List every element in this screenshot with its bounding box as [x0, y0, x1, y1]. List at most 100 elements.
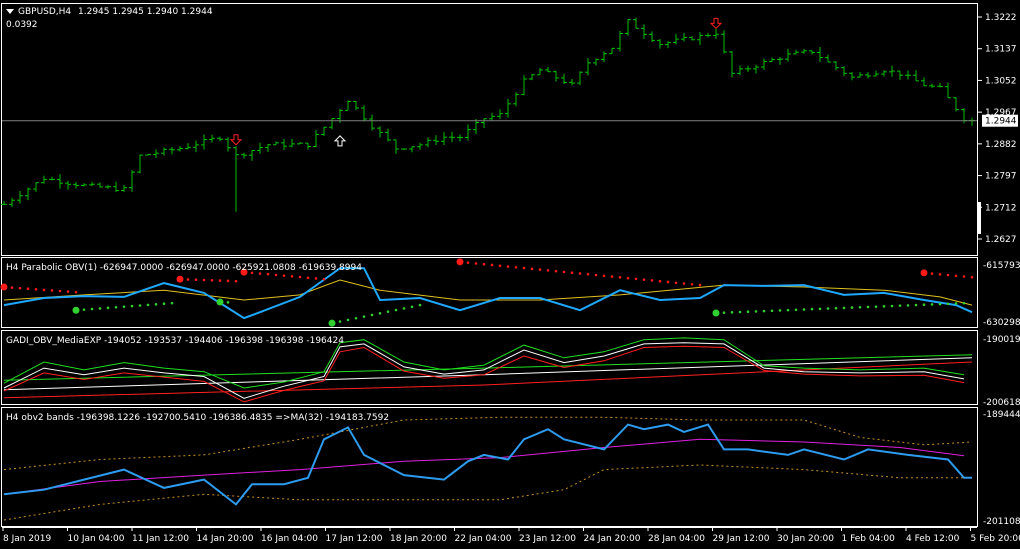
sar-dot: [890, 304, 894, 308]
sar-dot: [730, 311, 734, 314]
bands-indicator-label: H4 obv2 bands -196398.1226 -192700.5410 …: [6, 413, 389, 423]
sar-dot: [210, 278, 214, 282]
time-tick-label: 4 Feb 12:00: [906, 534, 960, 544]
sar-dot: [346, 318, 350, 322]
time-tick-label: 8 Jan 2019: [3, 534, 51, 544]
sar-dot: [338, 320, 342, 323]
sar-dot: [586, 272, 590, 276]
time-tick-label: 18 Jan 20:00: [390, 534, 447, 544]
price-tick-label: 1.3052: [985, 76, 1017, 86]
sar-dot: [650, 279, 654, 282]
time-tick-label: 14 Jan 20:00: [197, 534, 254, 544]
sar-dot: [930, 272, 934, 275]
sar-dot: [394, 308, 398, 312]
sar-dot: [938, 302, 942, 306]
sar-dot: [306, 276, 310, 280]
sar-dot: [514, 265, 518, 269]
sar-dot: [226, 301, 230, 304]
gadi-axis-max: -190019: [983, 335, 1020, 345]
sar-dot: [466, 261, 470, 264]
time-tick-label: 11 Jan 12:00: [132, 534, 189, 544]
sar-dot: [538, 268, 542, 271]
sar-dot: [546, 269, 550, 272]
current-price-label: 1.2944: [985, 117, 1017, 127]
sar-dot: [698, 283, 702, 287]
sar-dot: [266, 272, 270, 276]
sar-dot: [482, 262, 486, 266]
sar-dot: [674, 281, 678, 285]
sar-dot: [746, 310, 750, 314]
sar-dot: [410, 305, 414, 309]
bands-axis-min: -201108.6: [983, 517, 1020, 527]
sar-dot: [826, 307, 830, 310]
gadi-axis-min: -200618: [983, 398, 1020, 408]
sar-dot: [122, 305, 126, 308]
sar-dot: [658, 279, 662, 283]
sar-dot: [914, 303, 918, 307]
sar-dot: [818, 307, 822, 311]
sar-dot: [834, 306, 838, 310]
sar-dot: [570, 271, 574, 275]
sar-dot: [754, 310, 758, 313]
time-tick-label: 30 Jan 20:00: [777, 534, 834, 544]
sar-dot: [74, 290, 78, 294]
sar-dot: [50, 289, 54, 292]
sar-dot: [922, 303, 926, 307]
sar-dot: [962, 275, 966, 278]
sar-dot: [378, 312, 382, 315]
sar-dot: [610, 275, 614, 278]
sar-dot: [234, 279, 238, 283]
sar-dot: [26, 287, 30, 291]
sar-dot: [176, 275, 184, 283]
sar-dot: [98, 307, 102, 310]
sar-dot: [354, 316, 358, 320]
sar-dot: [946, 302, 950, 306]
time-tick-label: 16 Jan 04:00: [261, 534, 318, 544]
sar-dot: [154, 303, 158, 306]
sar-dot: [138, 304, 142, 307]
sar-dot: [186, 278, 190, 281]
sar-dot: [682, 282, 686, 285]
symbol-label: GBPUSD,H4: [18, 7, 71, 17]
sar-dot: [282, 274, 286, 277]
sar-dot: [362, 315, 366, 318]
sar-dot: [778, 309, 782, 312]
sar-dot: [194, 278, 198, 282]
sar-dot: [218, 279, 222, 282]
sar-dot: [114, 305, 118, 309]
sar-dot: [274, 273, 278, 277]
sar-dot: [402, 307, 406, 310]
sar-dot: [10, 286, 14, 289]
time-tick-label: 29 Jan 12:00: [713, 534, 770, 544]
sar-dot: [858, 305, 862, 309]
sar-dot: [770, 309, 774, 313]
sar-dot: [626, 276, 630, 280]
sar-dot: [0, 283, 8, 291]
sar-dot: [722, 311, 726, 314]
sar-dot: [906, 304, 910, 307]
sar-dot: [938, 273, 942, 276]
sar-dot: [370, 313, 374, 317]
sar-dot: [170, 301, 174, 305]
time-tick-label: 1 Feb 04:00: [842, 534, 896, 544]
sar-dot: [130, 304, 134, 308]
trading-chart[interactable]: 1.32221.31371.30521.29671.28821.27971.27…: [0, 0, 1020, 549]
ohlc-values: 1.2945 1.2945 1.2940 1.2944: [78, 7, 213, 17]
time-tick-label: 28 Jan 04:00: [648, 534, 705, 544]
sar-dot: [226, 279, 230, 283]
sar-dot: [634, 277, 638, 281]
sar-dot: [82, 308, 86, 311]
price-tick-label: 1.2797: [985, 172, 1017, 182]
time-tick-label: 17 Jan 12:00: [326, 534, 383, 544]
sar-dot: [738, 310, 742, 314]
sar-dot: [762, 309, 766, 313]
sar-dot: [42, 288, 46, 292]
sar-dot: [498, 264, 502, 268]
sar-dot: [802, 308, 806, 311]
sar-dot: [290, 275, 294, 278]
sar-dot: [794, 308, 798, 312]
sar-dot: [874, 305, 878, 308]
sar-dot: [712, 309, 720, 317]
sar-dot: [456, 258, 464, 266]
scroll-marker[interactable]: [978, 202, 981, 234]
